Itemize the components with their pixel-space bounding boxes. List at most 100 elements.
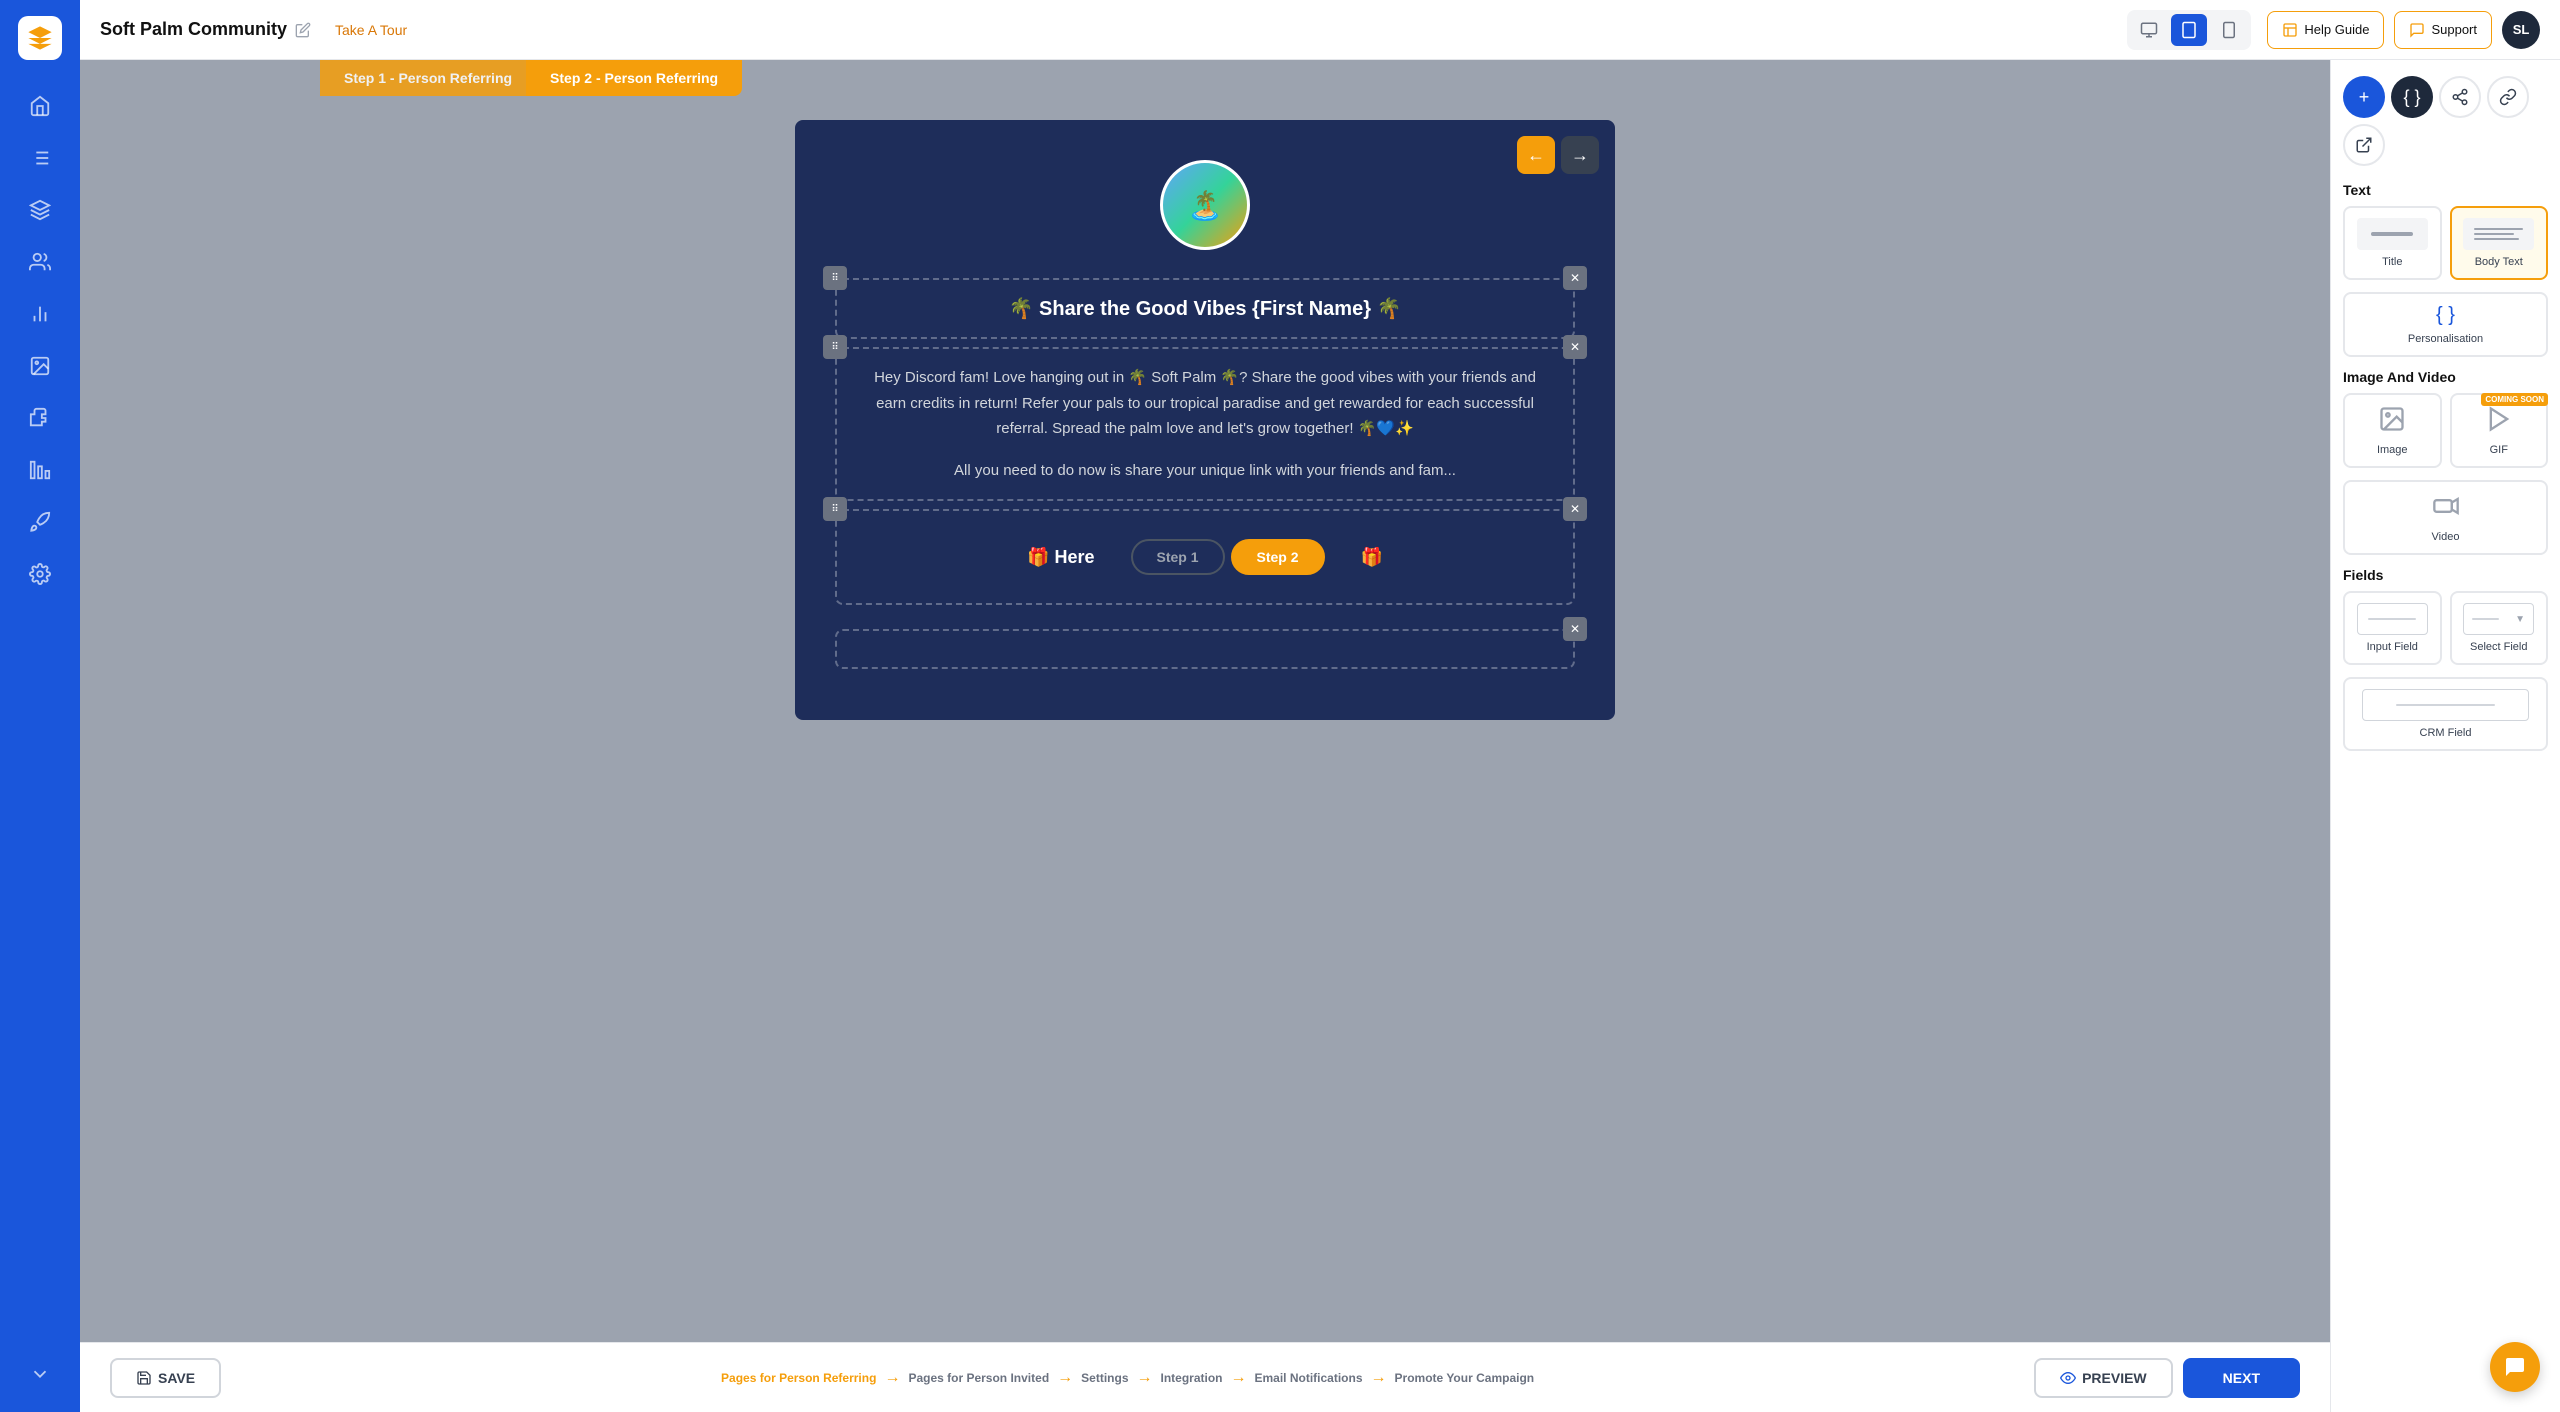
- crumb-arrow-4: →: [1231, 1369, 1247, 1387]
- body-lines: [2474, 228, 2523, 240]
- hero-block-delete[interactable]: ✕: [1563, 497, 1587, 521]
- preview-button[interactable]: PREVIEW: [2034, 1358, 2173, 1398]
- panel-body-text-item[interactable]: Body Text: [2450, 206, 2549, 280]
- bottom-bar: SAVE Pages for Person Referring → Pages …: [80, 1342, 2330, 1412]
- sidebar-icon-list[interactable]: [18, 136, 62, 180]
- panel-personalisation-item[interactable]: { } Personalisation: [2343, 292, 2548, 357]
- title-preview: [2357, 218, 2428, 250]
- drag-icon[interactable]: ⠿: [823, 266, 847, 290]
- hero-text: 🎁 Here: [1003, 535, 1118, 580]
- nav-buttons: ← →: [1517, 136, 1599, 174]
- panel-select-field-item[interactable]: ▼ Select Field: [2450, 591, 2549, 665]
- device-desktop-btn[interactable]: [2131, 14, 2167, 46]
- panel-fields-section: Fields: [2343, 567, 2548, 583]
- sidebar-icon-bar-chart[interactable]: [18, 448, 62, 492]
- canvas-wrapper: Step 1 - Person Referring Step 2 - Perso…: [80, 60, 2330, 1412]
- step-indicator-1[interactable]: Step 1: [1131, 539, 1225, 575]
- user-avatar-button[interactable]: SL: [2502, 11, 2540, 49]
- hero-block[interactable]: ⠿ ✕ 🎁 Here Step 1 Step 2 🎁: [835, 509, 1575, 605]
- topbar: Soft Palm Community Take A Tour Help Gui…: [80, 0, 2560, 60]
- drag-icon-3[interactable]: ⠿: [823, 497, 847, 521]
- hero-block-drag[interactable]: ⠿: [823, 497, 847, 521]
- panel-text-section: Text: [2343, 182, 2548, 198]
- eye-icon: [2060, 1370, 2076, 1386]
- help-guide-button[interactable]: Help Guide: [2267, 11, 2384, 49]
- extra-block[interactable]: ✕: [835, 629, 1575, 669]
- panel-code-button[interactable]: { }: [2391, 76, 2433, 118]
- app-title: Soft Palm Community: [100, 19, 311, 40]
- panel-external-button[interactable]: [2343, 124, 2385, 166]
- sidebar-icon-rocket[interactable]: [18, 500, 62, 544]
- sidebar-icon-chart[interactable]: [18, 292, 62, 336]
- body-block-delete[interactable]: ✕: [1563, 335, 1587, 359]
- prev-button[interactable]: ←: [1517, 136, 1555, 174]
- panel-gif-item[interactable]: COMING SOON GIF: [2450, 393, 2549, 468]
- crumb-settings[interactable]: Settings: [1081, 1371, 1128, 1385]
- hero-content: 🎁 Here Step 1 Step 2 🎁: [861, 527, 1549, 587]
- body-block-drag[interactable]: ⠿: [823, 335, 847, 359]
- sidebar-icon-layers[interactable]: [18, 188, 62, 232]
- block-delete-button[interactable]: ✕: [1563, 266, 1587, 290]
- block-drag-handle[interactable]: ⠿: [823, 266, 847, 290]
- sidebar: [0, 0, 80, 1412]
- crumb-pages-referring[interactable]: Pages for Person Referring: [721, 1371, 876, 1385]
- step1-tab[interactable]: Step 1 - Person Referring: [320, 60, 536, 96]
- sidebar-icon-home[interactable]: [18, 84, 62, 128]
- sidebar-icon-settings[interactable]: [18, 552, 62, 596]
- input-preview: [2357, 603, 2428, 635]
- panel-action-buttons: + { }: [2343, 76, 2548, 166]
- panel-crm-field-item[interactable]: CRM Field: [2343, 677, 2548, 751]
- device-mobile-btn[interactable]: [2211, 14, 2247, 46]
- sidebar-icon-chevron-down[interactable]: [18, 1352, 62, 1396]
- save-icon: [136, 1370, 152, 1386]
- panel-link-button[interactable]: [2487, 76, 2529, 118]
- main-content: Soft Palm Community Take A Tour Help Gui…: [80, 0, 2560, 1412]
- chat-bubble[interactable]: [2490, 1342, 2540, 1392]
- video-icon: [2432, 492, 2460, 525]
- sidebar-icon-users[interactable]: [18, 240, 62, 284]
- step-indicator-2[interactable]: Step 2: [1231, 539, 1325, 575]
- drag-icon-2[interactable]: ⠿: [823, 335, 847, 359]
- coming-soon-badge: COMING SOON: [2481, 393, 2548, 406]
- content-area: Step 1 - Person Referring Step 2 - Perso…: [80, 60, 2560, 1412]
- select-preview: ▼: [2463, 603, 2534, 635]
- device-tablet-btn[interactable]: [2171, 14, 2207, 46]
- canvas-scroll: ← → 🏝️ ⠿ ✕ 🌴 S: [80, 60, 2330, 1342]
- step-tabs: Step 1 - Person Referring Step 2 - Perso…: [80, 60, 742, 96]
- breadcrumb: Pages for Person Referring → Pages for P…: [221, 1369, 2034, 1387]
- panel-add-button[interactable]: +: [2343, 76, 2385, 118]
- crumb-integration[interactable]: Integration: [1161, 1371, 1223, 1385]
- email-logo-area: 🏝️: [795, 120, 1615, 270]
- email-title-text: 🌴 Share the Good Vibes {First Name} 🌴: [861, 296, 1549, 321]
- next-button[interactable]: →: [1561, 136, 1599, 174]
- edit-icon[interactable]: [295, 22, 311, 38]
- step2-tab[interactable]: Step 2 - Person Referring: [526, 60, 742, 96]
- email-body-text-2: All you need to do now is share your uni…: [861, 458, 1549, 484]
- sidebar-icon-puzzle[interactable]: [18, 396, 62, 440]
- extra-block-delete[interactable]: ✕: [1563, 617, 1587, 641]
- crumb-arrow-3: →: [1137, 1369, 1153, 1387]
- crumb-email-notifications[interactable]: Email Notifications: [1255, 1371, 1363, 1385]
- crumb-promote[interactable]: Promote Your Campaign: [1395, 1371, 1535, 1385]
- crumb-arrow-5: →: [1371, 1369, 1387, 1387]
- crumb-pages-invited[interactable]: Pages for Person Invited: [908, 1371, 1049, 1385]
- next-button-bottom[interactable]: NEXT: [2183, 1358, 2300, 1398]
- sidebar-icon-image[interactable]: [18, 344, 62, 388]
- panel-image-video-section: Image And Video: [2343, 369, 2548, 385]
- panel-image-item[interactable]: Image: [2343, 393, 2442, 468]
- support-button[interactable]: Support: [2394, 11, 2492, 49]
- panel-input-field-item[interactable]: Input Field: [2343, 591, 2442, 665]
- body-block[interactable]: ⠿ ✕ Hey Discord fam! Love hanging out in…: [835, 347, 1575, 501]
- select-chevron: ▼: [2515, 614, 2525, 625]
- fields-grid: Input Field ▼ Select Field: [2343, 591, 2548, 665]
- save-button[interactable]: SAVE: [110, 1358, 221, 1398]
- body-line-2: [2474, 233, 2514, 235]
- panel-title-item[interactable]: Title: [2343, 206, 2442, 280]
- sidebar-logo[interactable]: [18, 16, 62, 60]
- crm-preview: [2362, 689, 2529, 721]
- take-a-tour-link[interactable]: Take A Tour: [335, 22, 407, 38]
- title-block[interactable]: ⠿ ✕ 🌴 Share the Good Vibes {First Name} …: [835, 278, 1575, 339]
- panel-share-button[interactable]: [2439, 76, 2481, 118]
- panel-video-item[interactable]: Video: [2343, 480, 2548, 555]
- device-switcher: [2127, 10, 2251, 50]
